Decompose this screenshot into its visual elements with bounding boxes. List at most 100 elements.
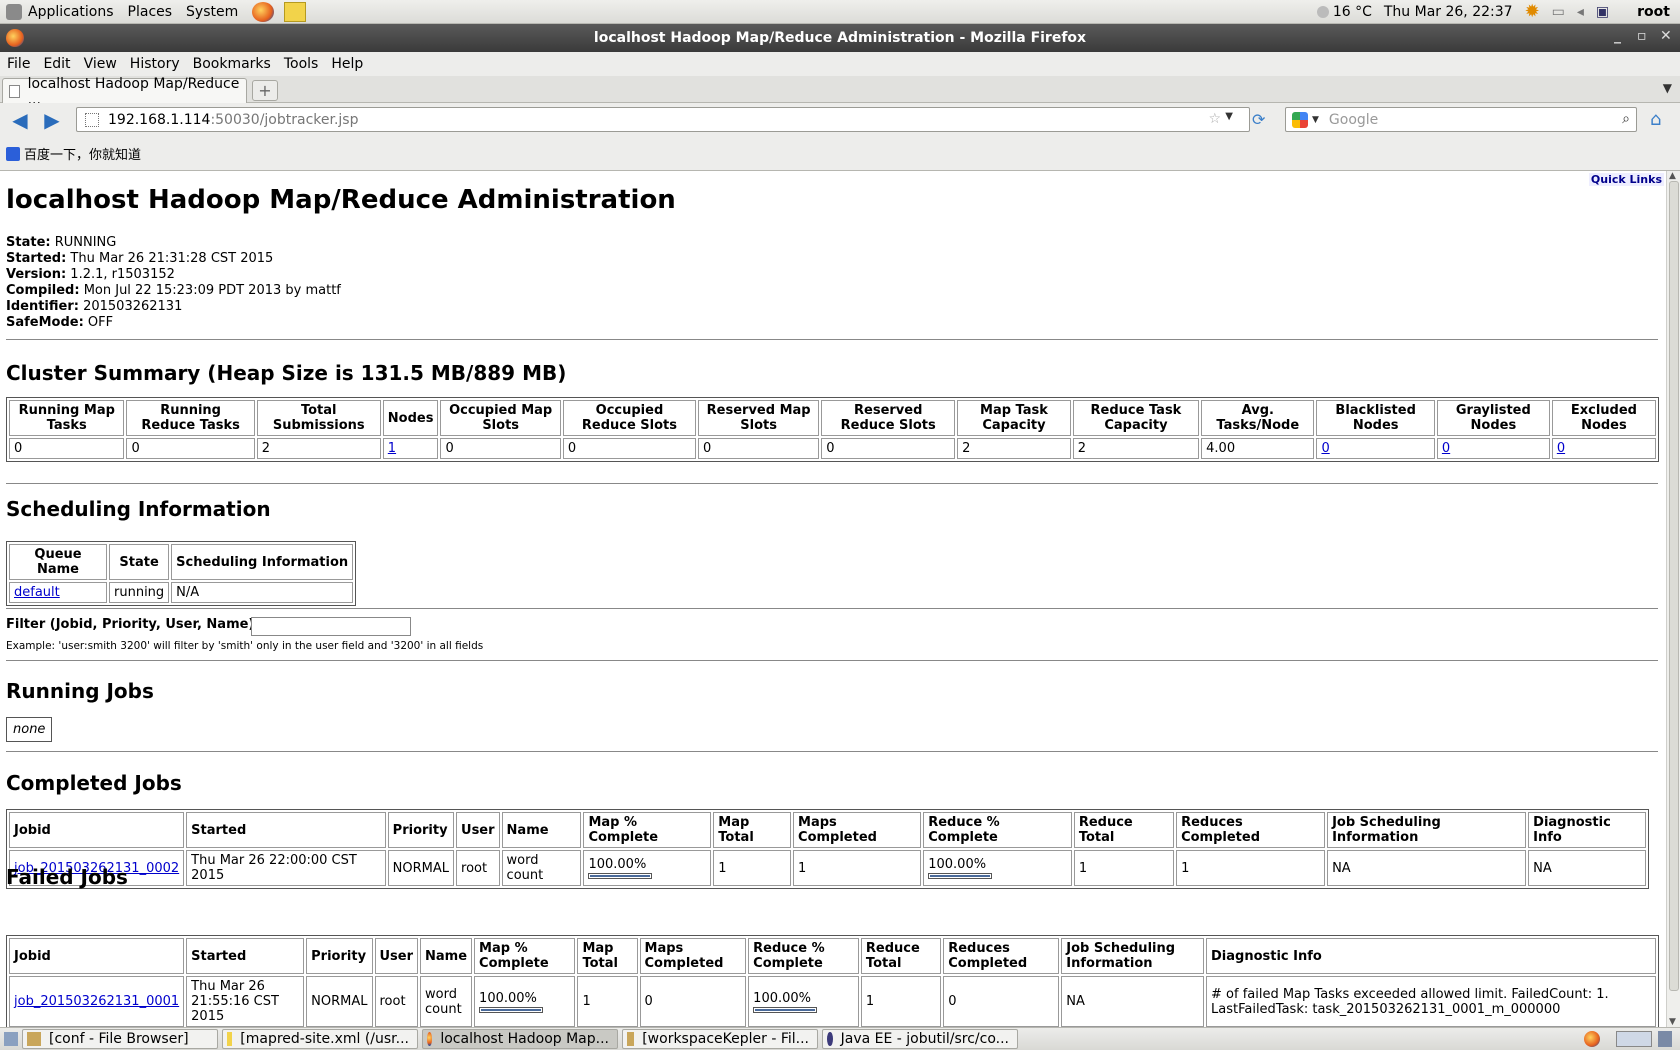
taskbar-item-file-browser[interactable]: [conf - File Browser]	[22, 1029, 218, 1049]
show-desktop-icon[interactable]	[4, 1032, 18, 1046]
tab-hadoop[interactable]: localhost Hadoop Map/Reduce ...	[2, 76, 247, 108]
taskbar-label: Java EE - jobutil/src/co...	[840, 1031, 1009, 1047]
new-tab-button[interactable]: +	[252, 80, 278, 101]
home-icon[interactable]: ⌂	[1650, 109, 1661, 130]
url-host: 192.168.1.114	[108, 111, 211, 128]
map-progress-bar	[479, 1006, 544, 1013]
url-history-dropdown-icon[interactable]: ▼	[1225, 111, 1233, 122]
completed-jobs-col-header: Reduce Total	[1073, 812, 1175, 848]
clock[interactable]: Thu Mar 26, 22:37	[1384, 4, 1513, 20]
queue-sched-info: N/A	[171, 582, 354, 603]
failed-jobs-table: Jobid Started Priority User Name Map % Comple…	[6, 935, 1659, 1027]
search-placeholder: Google	[1328, 111, 1379, 128]
failed-jobs-col-header: Job Scheduling Information	[1061, 938, 1204, 974]
top-panel: Applications Places System 16 °C Thu Mar…	[0, 0, 1680, 24]
bookmark-star-icon[interactable]: ☆	[1208, 111, 1221, 127]
divider	[6, 483, 1658, 484]
map-progress-bar	[588, 873, 653, 879]
menu-history[interactable]: History	[124, 56, 186, 72]
sched-col-state: State	[109, 544, 170, 580]
cluster-summary-link[interactable]: 0	[1442, 441, 1450, 456]
menu-view[interactable]: View	[78, 56, 123, 72]
places-menu[interactable]: Places	[128, 4, 173, 20]
cluster-summary-link[interactable]: 0	[1557, 441, 1565, 456]
cluster-summary-link[interactable]: 0	[1321, 441, 1329, 456]
cluster-summary-col-header: Occupied Map Slots	[440, 400, 561, 436]
job-started: Thu Mar 26 21:55:16 CST 2015	[186, 976, 305, 1027]
applications-menu[interactable]: Applications	[6, 3, 114, 20]
url-path: :50030/jobtracker.jsp	[210, 111, 359, 128]
filter-input[interactable]	[251, 617, 411, 636]
url-bar[interactable]: 192.168.1.114:50030/jobtracker.jsp ☆ ▼	[76, 107, 1250, 132]
cluster-summary-cell: 0	[698, 438, 820, 459]
system-menu[interactable]: System	[186, 4, 238, 20]
page-icon	[9, 85, 20, 98]
job-reduces-completed: 0	[943, 976, 1060, 1027]
close-icon[interactable]: ✕	[1660, 28, 1672, 44]
job-name: word count	[501, 850, 582, 886]
taskbar-item-text-editor[interactable]: [mapred-site.xml (/usr...	[222, 1029, 418, 1049]
search-go-icon[interactable]: ⌕	[1622, 111, 1630, 127]
failed-jobs-col-header: Jobid	[9, 938, 185, 974]
firefox-tray-icon[interactable]	[1584, 1031, 1600, 1047]
network-icon[interactable]: ▭	[1552, 4, 1565, 20]
firefox-icon	[427, 1032, 433, 1046]
display-icon[interactable]: ▣	[1596, 4, 1609, 20]
menu-bookmarks[interactable]: Bookmarks	[187, 56, 277, 72]
update-icon[interactable]: ✹	[1525, 1, 1540, 22]
back-icon[interactable]: ◀	[8, 108, 32, 132]
job-name: word count	[420, 976, 473, 1027]
tab-list-chevron-icon[interactable]: ▼	[1663, 81, 1672, 95]
google-engine-icon[interactable]	[1292, 111, 1308, 128]
failed-job-link[interactable]: job_201503262131_0001	[14, 994, 179, 1009]
maximize-icon[interactable]: ▫	[1637, 28, 1647, 44]
cluster-summary-cell: 0	[1316, 438, 1435, 459]
taskbar-label: [workspaceKepler - Fil...	[642, 1031, 809, 1047]
info-version: Version: 1.2.1, r1503152	[6, 267, 175, 282]
volume-icon[interactable]: ◂	[1577, 4, 1584, 20]
taskbar-item-eclipse[interactable]: Java EE - jobutil/src/co...	[822, 1029, 1018, 1049]
taskbar-item-firefox[interactable]: localhost Hadoop Map...	[422, 1029, 618, 1049]
user-name[interactable]: root	[1637, 4, 1670, 20]
cluster-summary-cell: 2	[256, 438, 381, 459]
workspace-switcher-icon[interactable]	[1616, 1031, 1652, 1047]
jobtracker-info: State: RUNNING Started: Thu Mar 26 21:31…	[6, 235, 341, 331]
search-bar[interactable]: ▼ Google ⌕	[1285, 107, 1637, 132]
cluster-summary-link[interactable]: 1	[388, 441, 396, 456]
taskbar-item-workspace[interactable]: [workspaceKepler - Fil...	[622, 1029, 818, 1049]
scrollbar-thumb[interactable]	[1669, 181, 1679, 991]
weather-applet[interactable]: 16 °C	[1316, 4, 1372, 20]
menu-edit[interactable]: Edit	[37, 56, 76, 72]
cluster-summary-col-header: Reserved Reduce Slots	[821, 400, 956, 436]
search-engine-dropdown-icon[interactable]: ▼	[1312, 115, 1319, 125]
site-identity-icon[interactable]	[85, 112, 99, 127]
scroll-up-icon[interactable]: ▲	[1669, 171, 1676, 181]
folder-icon	[27, 1032, 41, 1046]
quick-links[interactable]: Quick Links	[1588, 173, 1664, 186]
sched-col-queue: Queue Name	[9, 544, 107, 580]
bookmark-baidu[interactable]: 百度一下，你就知道	[24, 144, 141, 163]
menu-help[interactable]: Help	[325, 56, 369, 72]
menu-file[interactable]: File	[1, 56, 36, 72]
menu-tools[interactable]: Tools	[278, 56, 325, 72]
notes-launcher-icon[interactable]	[284, 1, 307, 22]
page-title: localhost Hadoop Map/Reduce Administrati…	[6, 185, 676, 215]
queue-default-link[interactable]: default	[14, 585, 60, 600]
forward-icon[interactable]: ▶	[40, 108, 64, 132]
vertical-scrollbar[interactable]: ▲ ▼	[1666, 171, 1680, 1027]
reload-icon[interactable]: ⟳	[1252, 110, 1265, 129]
trash-icon[interactable]	[1658, 1031, 1672, 1047]
table-header-row: Running Map Tasks Running Reduce Tasks Tot…	[9, 400, 1656, 436]
scroll-down-icon[interactable]: ▼	[1669, 1017, 1676, 1027]
minimize-icon[interactable]: _	[1614, 28, 1621, 44]
firefox-icon[interactable]	[6, 29, 24, 47]
divider	[6, 339, 1658, 340]
menubar: File Edit View History Bookmarks Tools H…	[0, 52, 1680, 76]
bottom-taskbar: [conf - File Browser] [mapred-site.xml (…	[0, 1027, 1680, 1050]
cluster-summary-heading: Cluster Summary (Heap Size is 131.5 MB/8…	[6, 361, 567, 385]
job-user: root	[374, 976, 419, 1027]
job-user: root	[456, 850, 500, 886]
firefox-launcher-icon[interactable]	[252, 1, 275, 22]
cluster-summary-cell: 0	[126, 438, 255, 459]
cluster-summary-col-header: Running Map Tasks	[9, 400, 125, 436]
